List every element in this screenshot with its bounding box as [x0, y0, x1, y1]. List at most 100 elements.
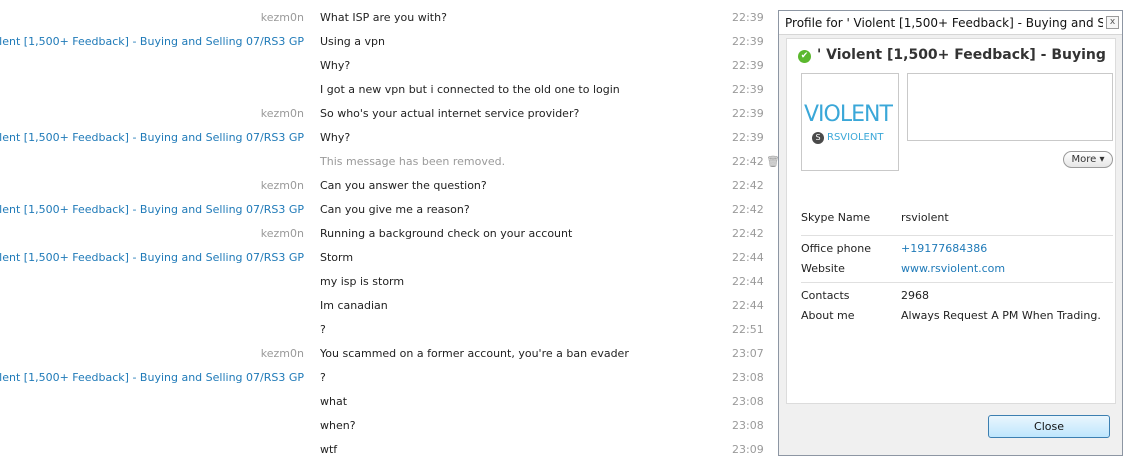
- message-timestamp: 22:39: [732, 35, 764, 48]
- message-timestamp: 22:42: [732, 203, 764, 216]
- message-sender[interactable]: ' Violent [1,500+ Feedback] - Buying and…: [0, 251, 304, 264]
- chat-message-row[interactable]: ? 22:51: [0, 318, 780, 342]
- close-button[interactable]: Close: [988, 415, 1110, 438]
- about-me-value: Always Request A PM When Trading.: [901, 309, 1101, 322]
- chat-message-row[interactable]: when? 23:08: [0, 414, 780, 438]
- message-text: Running a background check on your accou…: [320, 227, 573, 240]
- removed-message-text: This message has been removed.: [320, 155, 506, 168]
- message-timestamp: 23:08: [732, 371, 764, 384]
- message-timestamp: 22:39: [732, 59, 764, 72]
- message-timestamp: 22:39: [732, 83, 764, 96]
- mood-message-box: [907, 73, 1113, 141]
- chat-message-row[interactable]: Why? 22:39: [0, 54, 780, 78]
- message-timestamp: 23:08: [732, 395, 764, 408]
- chat-message-row[interactable]: ' Violent [1,500+ Feedback] - Buying and…: [0, 366, 780, 390]
- avatar-logo-subtext: S RSVIOLENT: [812, 132, 883, 144]
- chat-message-row[interactable]: kezm0n You scammed on a former account, y…: [0, 342, 780, 366]
- message-timestamp: 23:09: [732, 443, 764, 456]
- message-sender[interactable]: kezm0n: [261, 11, 304, 24]
- message-text: Using a vpn: [320, 35, 385, 48]
- dialog-titlebar[interactable]: Profile for ' Violent [1,500+ Feedback] …: [779, 11, 1122, 35]
- message-text: ?: [320, 371, 326, 384]
- more-label: More: [1071, 154, 1097, 165]
- message-text: Can you answer the question?: [320, 179, 487, 192]
- chat-message-row[interactable]: kezm0n Can you answer the question? 22:42: [0, 174, 780, 198]
- profile-info-about: Contacts 2968 About me Always Request A …: [801, 286, 1113, 326]
- chat-message-row[interactable]: Im canadian 22:44: [0, 294, 780, 318]
- profile-info-contact: Office phone +19177684386 Website www.rs…: [801, 239, 1113, 279]
- skype-s-icon: S: [812, 132, 824, 144]
- message-text: You scammed on a former account, you're …: [320, 347, 629, 360]
- skype-name-row: Skype Name rsviolent: [801, 208, 1113, 228]
- contacts-row: Contacts 2968: [801, 286, 1113, 306]
- office-phone-link[interactable]: +19177684386: [901, 242, 987, 255]
- about-me-row: About me Always Request A PM When Tradin…: [801, 306, 1113, 326]
- message-sender[interactable]: ' Violent [1,500+ Feedback] - Buying and…: [0, 203, 304, 216]
- message-text: Why?: [320, 59, 351, 72]
- office-phone-row: Office phone +19177684386: [801, 239, 1113, 259]
- message-timestamp: 22:39: [732, 131, 764, 144]
- chat-message-row[interactable]: This message has been removed. 22:42 🗑: [0, 150, 780, 174]
- message-timestamp: 22:39: [732, 11, 764, 24]
- avatar-logo-text: VIOLENT: [804, 102, 893, 127]
- message-text: ?: [320, 323, 326, 336]
- message-sender[interactable]: kezm0n: [261, 347, 304, 360]
- message-text: Can you give me a reason?: [320, 203, 470, 216]
- profile-content: ✔ ' Violent [1,500+ Feedback] - Buying an…: [786, 38, 1116, 404]
- message-sender[interactable]: kezm0n: [261, 107, 304, 120]
- message-timestamp: 22:42: [732, 227, 764, 240]
- message-text: wtf: [320, 443, 338, 456]
- skype-name-label: Skype Name: [801, 211, 871, 224]
- divider: [801, 235, 1113, 236]
- office-phone-label: Office phone: [801, 242, 872, 255]
- chat-message-row[interactable]: ' Violent [1,500+ Feedback] - Buying and…: [0, 30, 780, 54]
- chat-message-row[interactable]: ' Violent [1,500+ Feedback] - Buying and…: [0, 126, 780, 150]
- message-text: What ISP are you with?: [320, 11, 447, 24]
- chat-message-row[interactable]: I got a new vpn but i connected to the o…: [0, 78, 780, 102]
- chat-message-row[interactable]: kezm0n So who's your actual internet serv…: [0, 102, 780, 126]
- message-timestamp: 23:07: [732, 347, 764, 360]
- chat-message-row[interactable]: my isp is storm 22:44: [0, 270, 780, 294]
- message-timestamp: 22:42: [732, 179, 764, 192]
- profile-display-name: ' Violent [1,500+ Feedback] - Buying and…: [817, 47, 1108, 63]
- message-timestamp: 22:42: [732, 155, 764, 168]
- message-sender[interactable]: kezm0n: [261, 179, 304, 192]
- contacts-label: Contacts: [801, 289, 850, 302]
- message-timestamp: 22:39: [732, 107, 764, 120]
- close-icon[interactable]: x: [1106, 16, 1119, 29]
- chat-message-row[interactable]: ' Violent [1,500+ Feedback] - Buying and…: [0, 198, 780, 222]
- message-timestamp: 22:44: [732, 299, 764, 312]
- message-text: Why?: [320, 131, 351, 144]
- website-link[interactable]: www.rsviolent.com: [901, 262, 1005, 275]
- message-timestamp: 23:08: [732, 419, 764, 432]
- chat-message-row[interactable]: what 23:08: [0, 390, 780, 414]
- chat-message-row[interactable]: kezm0n Running a background check on your…: [0, 222, 780, 246]
- divider: [801, 282, 1113, 283]
- message-text: my isp is storm: [320, 275, 405, 288]
- contacts-count: 2968: [901, 289, 929, 302]
- chat-message-row[interactable]: ' Violent [1,500+ Feedback] - Buying and…: [0, 246, 780, 270]
- message-sender[interactable]: ' Violent [1,500+ Feedback] - Buying and…: [0, 371, 304, 384]
- chat-message-row[interactable]: kezm0n What ISP are you with? 22:39: [0, 6, 780, 30]
- message-text: So who's your actual internet service pr…: [320, 107, 580, 120]
- message-sender[interactable]: ' Violent [1,500+ Feedback] - Buying and…: [0, 35, 304, 48]
- message-text: Im canadian: [320, 299, 388, 312]
- dialog-title: Profile for ' Violent [1,500+ Feedback] …: [785, 16, 1103, 30]
- message-timestamp: 22:44: [732, 275, 764, 288]
- profile-info-skype: Skype Name rsviolent: [801, 208, 1113, 228]
- message-sender[interactable]: ' Violent [1,500+ Feedback] - Buying and…: [0, 131, 304, 144]
- message-sender[interactable]: kezm0n: [261, 227, 304, 240]
- profile-name: ✔ ' Violent [1,500+ Feedback] - Buying an…: [798, 47, 1108, 63]
- profile-dialog: Profile for ' Violent [1,500+ Feedback] …: [778, 10, 1123, 456]
- chat-log: kezm0n What ISP are you with? 22:39 ' Viole…: [0, 6, 780, 462]
- skype-name-value: rsviolent: [901, 211, 949, 224]
- more-button[interactable]: More ▾: [1063, 151, 1113, 168]
- message-text: when?: [320, 419, 356, 432]
- chat-message-row[interactable]: wtf 23:09: [0, 438, 780, 462]
- avatar-logo-handle: RSVIOLENT: [827, 132, 884, 143]
- website-label: Website: [801, 262, 845, 275]
- message-text: I got a new vpn but i connected to the o…: [320, 83, 620, 96]
- message-text: Storm: [320, 251, 354, 264]
- check-online-icon: ✔: [798, 50, 811, 63]
- avatar: VIOLENT S RSVIOLENT: [801, 73, 899, 171]
